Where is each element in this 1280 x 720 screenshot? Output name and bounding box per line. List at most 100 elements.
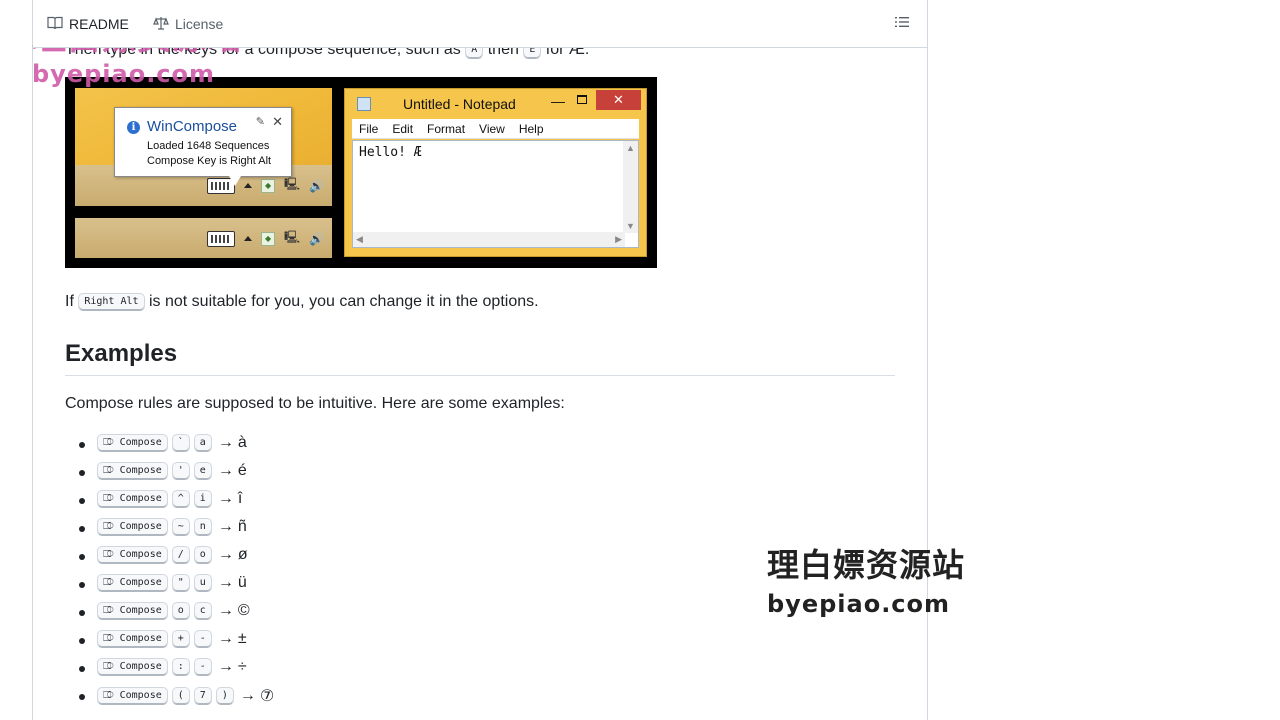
scroll-left-icon: ◀ (356, 234, 363, 244)
kbd-key: ~ (171, 518, 190, 536)
kbd-key: c (193, 602, 212, 620)
arrow-icon: → (217, 434, 234, 451)
outline-button[interactable] (891, 14, 913, 34)
maximize-icon (577, 95, 587, 104)
notepad-vertical-scrollbar: ▲ ▼ (623, 141, 638, 233)
kbd-right-alt: Right Alt (78, 292, 145, 311)
kbd-key: 7 (193, 687, 212, 705)
wincompose-tray-icon: ◆ (261, 178, 276, 193)
notification-pointer (229, 176, 241, 186)
notepad-menu-edit: Edit (392, 122, 414, 136)
kbd-key: " (171, 574, 190, 592)
speaker-icon: 🔊 (309, 231, 324, 246)
taskbar-tray-bottom: ◆ 🖳 🔊 (75, 218, 332, 258)
kbd-compose: ⎄ Compose (97, 687, 168, 705)
notepad-titlebar: Untitled - Notepad — ✕ (345, 89, 646, 117)
watermark-mid-title: 理白嫖资源站 (767, 546, 966, 584)
list-unordered-icon (894, 14, 910, 35)
example-result: à (237, 434, 247, 451)
options-paragraph: If Right Alt is not suitable for you, yo… (65, 290, 539, 314)
kbd-key: - (193, 658, 212, 676)
tab-readme-label: README (69, 16, 129, 32)
kbd-compose: ⎄ Compose (97, 630, 168, 648)
tray-expand-icon (244, 236, 253, 241)
example-result: ÷ (237, 658, 247, 675)
arrow-icon: → (217, 658, 234, 675)
arrow-icon: → (217, 490, 234, 507)
notepad-horizontal-scrollbar: ◀ ▶ (353, 232, 625, 247)
kbd-key: o (193, 546, 212, 564)
scroll-right-icon: ▶ (615, 234, 622, 244)
wincompose-tray-icon: ◆ (261, 231, 276, 246)
kbd-compose: ⎄ Compose (97, 574, 168, 592)
law-icon (153, 15, 169, 34)
file-tab-bar: README License (33, 0, 927, 48)
notepad-edit-area: Hello! Æ ▲ ▼ ◀ ▶ (352, 140, 639, 248)
example-result: î (237, 490, 243, 507)
scroll-up-icon: ▲ (626, 143, 635, 153)
heading-divider (65, 375, 895, 376)
notification-line-1: Loaded 1648 Sequences (147, 140, 270, 152)
notepad-title: Untitled - Notepad (403, 96, 516, 112)
tab-readme[interactable]: README (47, 15, 129, 33)
kbd-compose: ⎄ Compose (97, 518, 168, 536)
kbd-key: u (193, 574, 212, 592)
kbd-key: ` (171, 434, 190, 452)
network-icon: 🖳 (284, 177, 301, 191)
book-icon (47, 15, 63, 34)
notepad-window: Untitled - Notepad — ✕ File Edit Format … (344, 88, 647, 257)
tab-license[interactable]: License (153, 15, 223, 33)
example-result: ñ (237, 518, 247, 535)
example-result: ± (237, 630, 247, 647)
kbd-key: o (171, 602, 190, 620)
kbd-compose: ⎄ Compose (97, 434, 168, 452)
kbd-key: + (171, 630, 190, 648)
kbd-key: ^ (171, 490, 190, 508)
tab-license-label: License (175, 16, 224, 32)
taskbar-tray-top: ◆ 🖳 🔊 i WinCompose ✎ ✕ Loaded 1648 Seque… (75, 88, 332, 206)
kbd-key: i (193, 490, 212, 508)
tray-expand-icon (244, 183, 253, 188)
arrow-icon: → (217, 602, 234, 619)
kbd-compose: ⎄ Compose (97, 546, 168, 564)
example-result: ü (237, 574, 247, 591)
arrow-icon: → (217, 462, 234, 479)
example-result: ⑦ (259, 688, 275, 705)
kbd-key: ' (171, 462, 190, 480)
kbd-compose: ⎄ Compose (97, 462, 168, 480)
kbd-key: a (193, 434, 212, 452)
notification-line-2: Compose Key is Right Alt (147, 155, 272, 167)
arrow-icon: → (239, 687, 256, 704)
kbd-compose: ⎄ Compose (97, 602, 168, 620)
notification-title: WinCompose (147, 118, 238, 135)
pin-icon: ✎ (255, 116, 265, 128)
examples-heading: Examples (65, 340, 178, 367)
notepad-menu-view: View (479, 122, 505, 136)
arrow-icon: → (217, 518, 234, 535)
wincompose-notification: i WinCompose ✎ ✕ Loaded 1648 Sequences C… (114, 107, 292, 177)
kbd-compose: ⎄ Compose (97, 490, 168, 508)
network-icon: 🖳 (284, 230, 301, 244)
info-icon: i (127, 121, 140, 134)
kbd-compose: ⎄ Compose (97, 658, 168, 676)
kbd-key: - (193, 630, 212, 648)
notepad-menu-file: File (359, 122, 379, 136)
kbd-key: / (171, 546, 190, 564)
watermark-mid-url: byepiao.com (767, 590, 951, 618)
example-result: © (237, 602, 250, 619)
close-icon: ✕ (272, 114, 283, 129)
watermark-top-url: byepiao.com (32, 60, 216, 88)
wincompose-screenshot: ◆ 🖳 🔊 i WinCompose ✎ ✕ Loaded 1648 Seque… (65, 77, 657, 268)
options-prefix: If (65, 293, 74, 310)
scroll-down-icon: ▼ (626, 221, 635, 231)
arrow-icon: → (217, 630, 234, 647)
speaker-icon: 🔊 (309, 178, 324, 193)
example-result: ø (237, 546, 248, 563)
kbd-key: ( (171, 687, 190, 705)
kbd-key: e (193, 462, 212, 480)
example-result: é (237, 462, 247, 479)
arrow-icon: → (217, 574, 234, 591)
keyboard-icon (207, 230, 236, 247)
minimize-icon: — (551, 93, 565, 109)
examples-intro: Compose rules are supposed to be intuiti… (65, 395, 565, 412)
